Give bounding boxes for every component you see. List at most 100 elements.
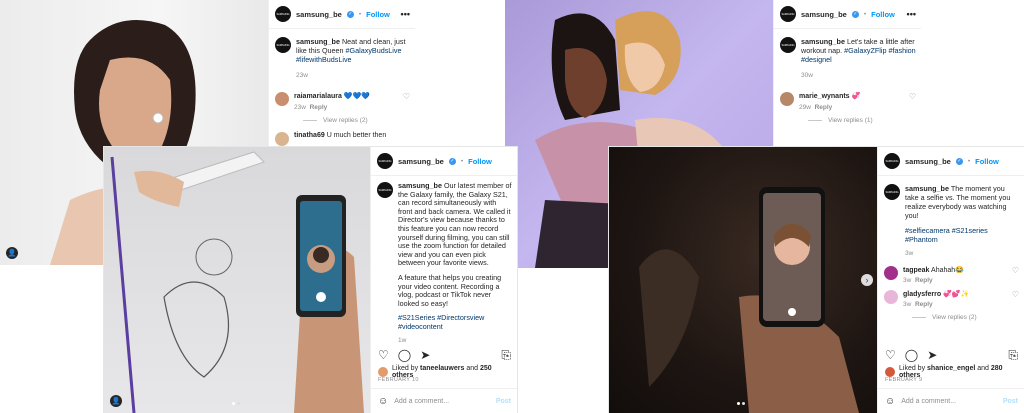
carousel-indicator [737,402,745,405]
comment-text: Ahahah😂 [931,267,964,274]
verified-icon: ✓ [851,10,859,18]
comment-icon[interactable]: ◯ [398,348,411,363]
liker-avatar[interactable] [885,367,895,377]
comment-time: 3w [903,277,912,284]
add-comment-input[interactable]: Add a comment... [394,398,449,405]
save-icon[interactable]: ⎘ [1008,348,1018,363]
tagged-user-icon[interactable]: 👤 [110,395,122,407]
more-options-icon[interactable]: ••• [401,9,410,19]
samsung-logo-avatar[interactable]: SAMSUNG [275,37,291,53]
liker-avatar[interactable] [378,367,388,377]
add-comment-bar: ☺ Add a comment... Post [371,388,517,413]
comment-like-icon[interactable]: ♡ [403,92,410,101]
carousel-indicator [232,402,240,405]
comment-user[interactable]: raiamarialaura [294,93,342,100]
caption-username[interactable]: samsung_be [296,37,340,46]
samsung-logo-avatar[interactable]: SAMSUNG [275,6,291,22]
reply-button[interactable]: Reply [815,104,833,111]
username[interactable]: samsung_be [905,157,951,166]
view-replies[interactable]: View replies (2) [269,111,415,124]
caption-username[interactable]: samsung_be [801,37,845,46]
more-options-icon[interactable]: ••• [907,9,916,19]
samsung-logo-avatar[interactable]: SAMSUNG [377,182,393,198]
comment-like-icon[interactable]: ♡ [909,92,916,101]
caption: SAMSUNG samsung_be Neat and clean, just … [269,29,415,80]
comment-user[interactable]: tagpeak [903,267,929,274]
comment-item: marie_wynants 💞 29w Reply ♡ [774,80,921,111]
post-photo-selfie[interactable]: › [609,147,877,413]
view-replies[interactable]: View replies (1) [774,111,921,124]
like-icon[interactable]: ♡ [885,348,896,363]
add-comment-bar: ☺ Add a comment... Post [878,388,1024,413]
username[interactable]: samsung_be [398,157,444,166]
comment-item: gladysferro 💞💕✨ 3w Reply ♡ [878,284,1024,308]
post-photo-directors-view[interactable]: 👤 [104,147,370,413]
comment-item: raiamarialaura 💙💙💙 23w Reply ♡ [269,80,415,111]
samsung-logo-avatar[interactable]: SAMSUNG [884,153,900,169]
username[interactable]: samsung_be [296,10,342,19]
window-drawing-phone-image [110,151,364,413]
samsung-logo-avatar[interactable]: SAMSUNG [884,184,900,200]
emoji-icon[interactable]: ☺ [378,396,388,407]
comment-time: 29w [799,104,811,111]
comment-like-icon[interactable]: ♡ [1012,290,1019,299]
post-comment-button[interactable]: Post [496,398,511,405]
samsung-logo-avatar[interactable]: SAMSUNG [780,6,796,22]
post-date: FEBRUARY 10 [378,377,419,383]
comment-time: 3w [903,301,912,308]
commenter-avatar[interactable] [884,266,898,280]
share-icon[interactable]: ➤ [420,348,430,363]
post-header: SAMSUNG samsung_be ✓ • Follow ••• [774,0,921,29]
comment-item: tinatha69 U much better then [269,124,415,146]
comment-text: 💞💕✨ [943,291,970,298]
follow-button[interactable]: Follow [975,157,999,166]
post-card-selfie: › SAMSUNG samsung_be ✓ • Follow SAMSUNG … [609,147,1024,413]
caption-hashtags[interactable]: #S21Series #Directorsview #videocontent [398,313,512,331]
liked-by-user[interactable]: shanice_engel [927,365,975,372]
post-sidebar: SAMSUNG samsung_be ✓ • Follow SAMSUNG sa… [370,147,517,413]
add-comment-input[interactable]: Add a comment... [901,398,956,405]
action-bar: ♡ ◯ ➤ ⎘ [878,348,1024,363]
comment-item: tagpeak Ahahah😂 3w Reply ♡ [878,258,1024,284]
tagged-user-icon[interactable]: 👤 [6,247,18,259]
samsung-logo-avatar[interactable]: SAMSUNG [780,37,796,53]
caption-hashtags[interactable]: #selfiecamera #S21series #Phantom [905,226,1019,244]
caption-username[interactable]: samsung_be [905,184,949,193]
post-header: SAMSUNG samsung_be ✓ • Follow ••• [269,0,415,29]
caption-text-2: A feature that helps you creating your v… [398,272,502,308]
caption-time: 23w [296,72,308,79]
samsung-logo-avatar[interactable]: SAMSUNG [377,153,393,169]
comment-user[interactable]: marie_wynants [799,93,850,100]
comment-user[interactable]: gladysferro [903,291,941,298]
username[interactable]: samsung_be [801,10,847,19]
follow-button[interactable]: Follow [366,10,390,19]
share-icon[interactable]: ➤ [927,348,937,363]
caption: SAMSUNG samsung_be The moment you take a… [878,176,1024,258]
caption: SAMSUNG samsung_be Let's take a little a… [774,29,921,80]
comment-user[interactable]: tinatha69 [294,132,325,139]
comment-like-icon[interactable]: ♡ [1012,266,1019,275]
reply-button[interactable]: Reply [915,301,933,308]
comment-text: 💙💙💙 [343,93,370,100]
emoji-icon[interactable]: ☺ [885,396,895,407]
commenter-avatar[interactable] [275,132,289,146]
liked-by-user[interactable]: taneelauwers [420,365,464,372]
like-icon[interactable]: ♡ [378,348,389,363]
commenter-avatar[interactable] [884,290,898,304]
next-slide-button[interactable]: › [861,274,873,286]
caption-time: 1w [398,336,407,344]
save-icon[interactable]: ⎘ [501,348,511,363]
verified-icon: ✓ [955,157,963,165]
view-replies[interactable]: View replies (2) [878,308,1024,321]
follow-button[interactable]: Follow [468,157,492,166]
post-comment-button[interactable]: Post [1003,398,1018,405]
commenter-avatar[interactable] [275,92,289,106]
commenter-avatar[interactable] [780,92,794,106]
caption-time: 3w [905,250,914,257]
reply-button[interactable]: Reply [915,277,933,284]
post-sidebar: SAMSUNG samsung_be ✓ • Follow SAMSUNG sa… [877,147,1024,413]
caption: SAMSUNG samsung_be Our latest member of … [371,176,517,345]
follow-button[interactable]: Follow [871,10,895,19]
comment-icon[interactable]: ◯ [905,348,918,363]
reply-button[interactable]: Reply [310,104,328,111]
